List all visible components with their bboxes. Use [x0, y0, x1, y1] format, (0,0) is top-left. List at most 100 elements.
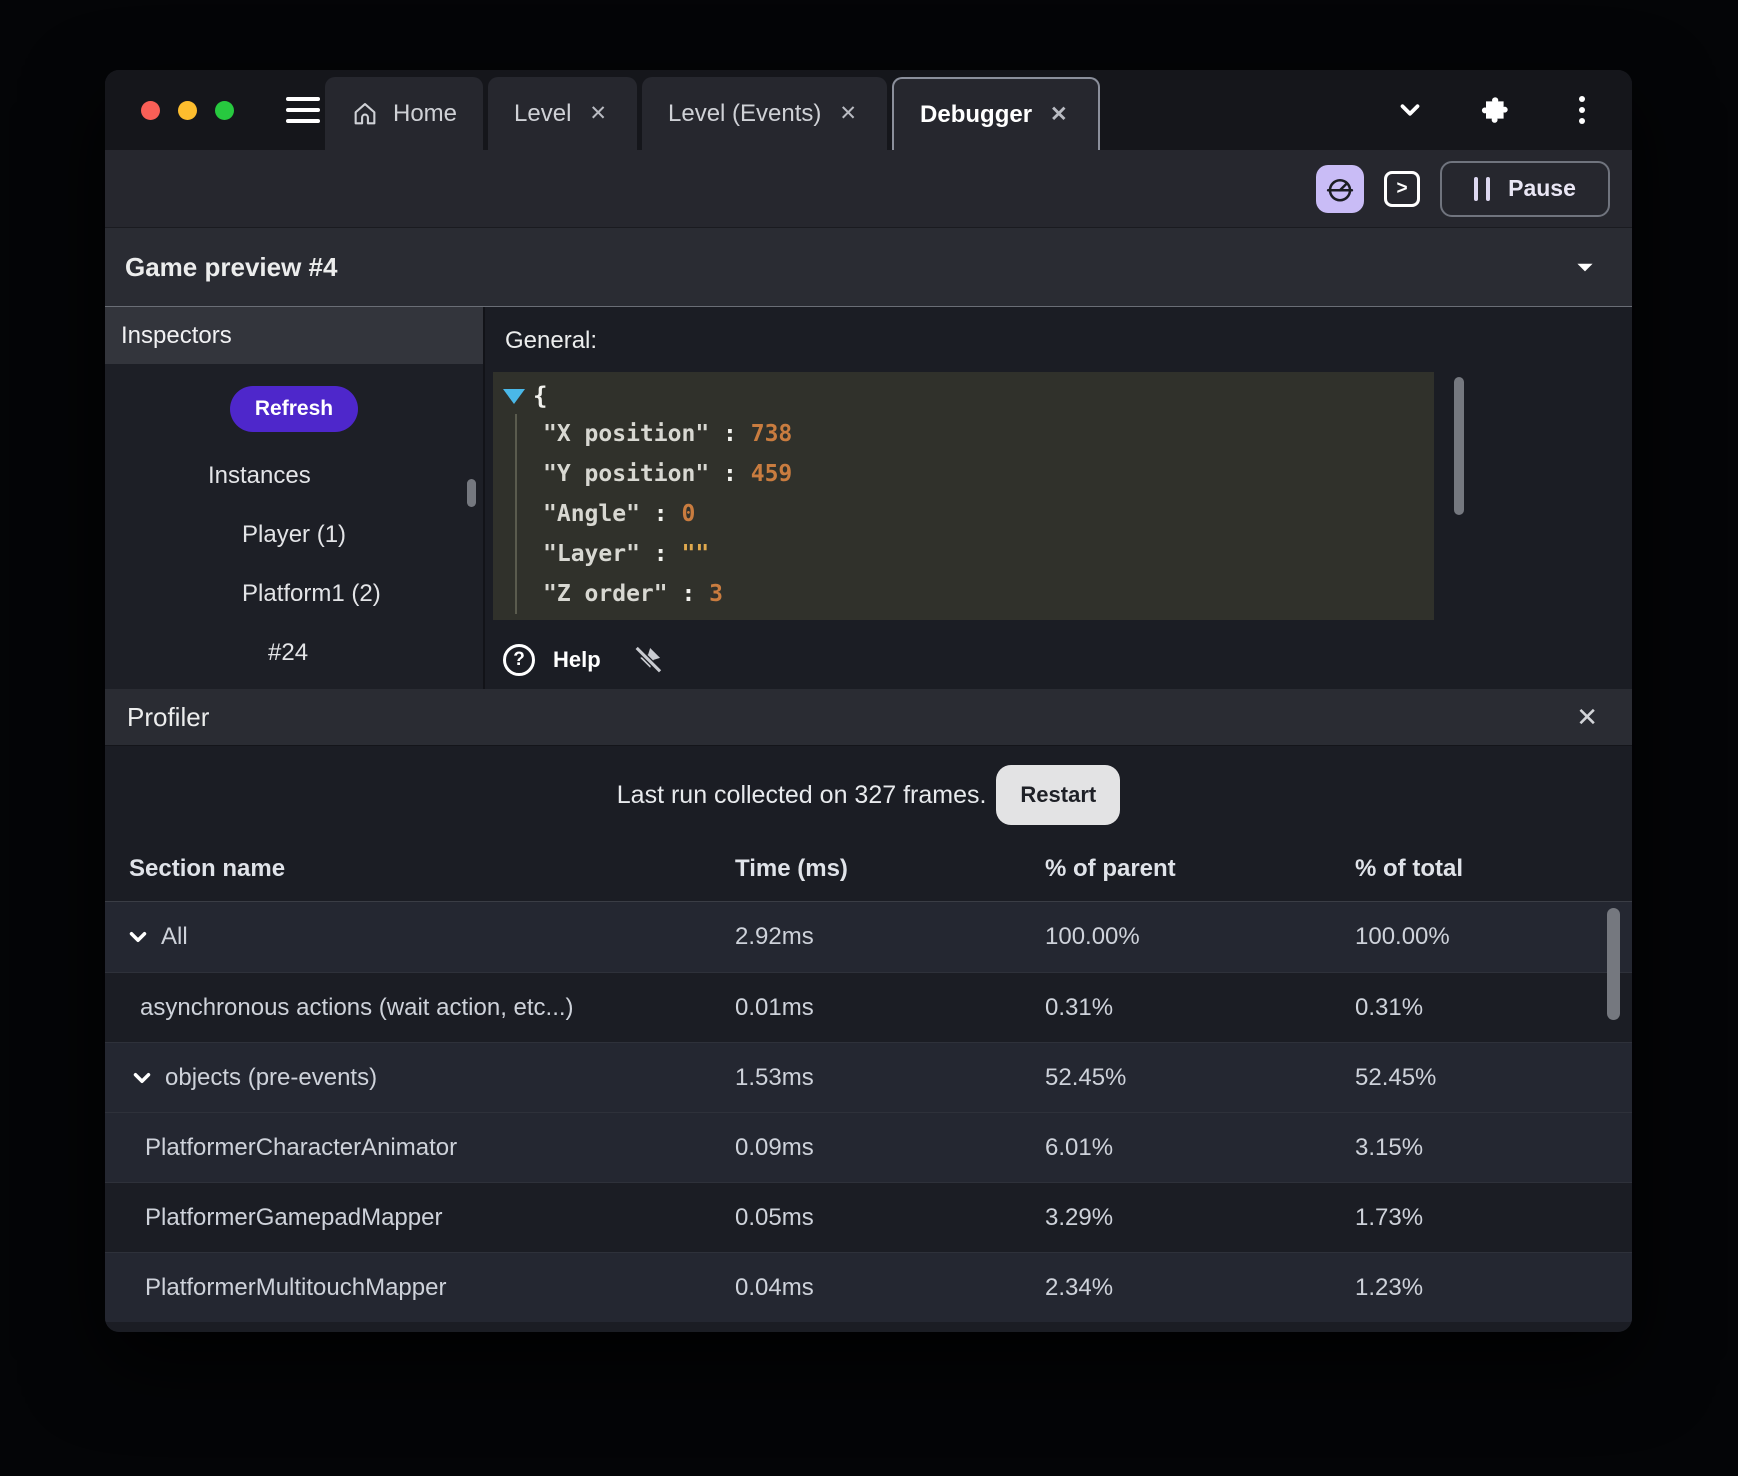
- percent-of-parent-cell: 6.01%: [1045, 1133, 1114, 1161]
- general-panel: General: { "X position" : 738 "Y position…: [485, 307, 1632, 689]
- close-tab-icon[interactable]: ✕: [585, 99, 611, 128]
- tab-label: Level (Events): [668, 99, 822, 127]
- tab-debugger[interactable]: Debugger ✕: [892, 77, 1100, 150]
- inspectors-panel: Inspectors Refresh Instances Player (1) Pl…: [105, 307, 485, 689]
- column-header-time-ms: Time (ms): [735, 854, 848, 882]
- profiler-gauge-button[interactable]: [1316, 164, 1364, 213]
- json-entry-layer: "Layer" : "": [543, 534, 1434, 574]
- profiler-table: Section name Time (ms) % of parent % of tot…: [105, 836, 1632, 1322]
- json-key: "Angle": [543, 501, 640, 527]
- json-entry-x-position: "X position" : 738: [543, 414, 1434, 454]
- time-cell: 0.01ms: [735, 993, 814, 1021]
- pause-icon: [1474, 176, 1491, 201]
- game-preview-title: Game preview #4: [125, 251, 338, 282]
- section-name-cell: PlatformerMultitouchMapper: [105, 1274, 735, 1302]
- table-row-platformercharacteranimator[interactable]: PlatformerCharacterAnimator 0.09ms 6.01% 3.…: [105, 1112, 1632, 1182]
- more-options-icon[interactable]: [1562, 96, 1602, 124]
- percent-of-parent-cell: 2.34%: [1045, 1273, 1114, 1301]
- time-cell: 1.53ms: [735, 1063, 814, 1091]
- percent-of-total-cell: 1.73%: [1355, 1203, 1424, 1231]
- time-cell: 0.09ms: [735, 1133, 814, 1161]
- json-separator: :: [709, 461, 751, 487]
- close-tab-icon[interactable]: ✕: [835, 99, 861, 128]
- main-menu-icon[interactable]: [286, 97, 320, 123]
- profiler-title: Profiler: [127, 701, 210, 732]
- tab-level-events[interactable]: Level (Events) ✕: [642, 77, 888, 150]
- tab-strip: Home Level ✕ Level (Events) ✕ Debugger ✕: [325, 77, 1100, 150]
- table-row-platformermultitouchmapper[interactable]: PlatformerMultitouchMapper 0.04ms 2.34% 1.2…: [105, 1252, 1632, 1322]
- minimize-window-button[interactable]: [178, 100, 197, 120]
- profiler-table-rows: All 2.92ms 100.00% 100.00% asynchronous acti…: [105, 902, 1632, 1322]
- profiler-table-header: Section name Time (ms) % of parent % of tot…: [105, 836, 1632, 902]
- percent-of-parent-cell: 52.45%: [1045, 1063, 1127, 1091]
- percent-of-parent-cell: 3.29%: [1045, 1203, 1114, 1231]
- unpin-icon[interactable]: [631, 643, 665, 677]
- game-preview-header[interactable]: Game preview #4: [105, 227, 1632, 307]
- profiler-scrollbar[interactable]: [1607, 908, 1620, 1020]
- general-scrollbar[interactable]: [1454, 377, 1464, 515]
- table-row-all[interactable]: All 2.92ms 100.00% 100.00%: [105, 902, 1632, 972]
- json-key: "Z order": [543, 581, 668, 607]
- inspector-item-instances[interactable]: Instances: [105, 446, 483, 505]
- tab-label: Debugger: [920, 100, 1033, 128]
- inspector-item-platform1-2[interactable]: Platform1 (2): [105, 564, 483, 623]
- tab-level[interactable]: Level ✕: [488, 77, 638, 150]
- pause-button[interactable]: Pause: [1440, 160, 1610, 217]
- section-name-label: asynchronous actions (wait action, etc..…: [140, 993, 574, 1021]
- json-open-brace: {: [533, 382, 548, 410]
- help-label[interactable]: Help: [553, 647, 601, 673]
- section-name-cell: asynchronous actions (wait action, etc..…: [105, 994, 735, 1022]
- profiler-status-text: Last run collected on 327 frames.: [616, 780, 987, 809]
- json-value: 3: [709, 581, 724, 607]
- general-section-title: General:: [505, 327, 598, 354]
- json-separator: :: [709, 421, 751, 447]
- percent-of-parent-cell: 100.00%: [1045, 923, 1140, 950]
- inspector-item-24[interactable]: #24: [105, 623, 483, 682]
- console-button[interactable]: >: [1384, 170, 1420, 207]
- table-row-asynchronous-actions-wait-action-etc[interactable]: asynchronous actions (wait action, etc..…: [105, 972, 1632, 1042]
- section-name-cell: objects (pre-events): [105, 1064, 735, 1092]
- tab-label: Level: [514, 99, 572, 127]
- restart-button[interactable]: Restart: [996, 765, 1121, 825]
- chevron-down-icon[interactable]: [129, 1065, 155, 1091]
- inspector-item-player-1[interactable]: Player (1): [105, 505, 483, 564]
- json-separator: :: [639, 501, 682, 527]
- table-row-platformergamepadmapper[interactable]: PlatformerGamepadMapper 0.05ms 3.29% 1.73%: [105, 1182, 1632, 1252]
- zoom-window-button[interactable]: [215, 100, 234, 120]
- table-row-objects-pre-events[interactable]: objects (pre-events) 1.53ms 52.45% 52.45%: [105, 1042, 1632, 1112]
- help-row: ? Help: [503, 643, 665, 677]
- app-window: Home Level ✕ Level (Events) ✕ Debugger ✕ > Pau…: [105, 70, 1632, 1332]
- json-separator: :: [667, 581, 710, 607]
- home-icon: [351, 100, 379, 128]
- close-window-button[interactable]: [141, 100, 160, 120]
- collapse-preview-icon[interactable]: [1572, 254, 1598, 280]
- profiler-panel-header: Profiler ✕: [105, 689, 1632, 746]
- json-separator: :: [639, 541, 682, 567]
- refresh-button[interactable]: Refresh: [230, 386, 358, 432]
- inspectors-tree: Instances Player (1) Platform1 (2) #24: [105, 446, 483, 682]
- json-key: "Y position": [543, 461, 710, 487]
- inspectors-list-container: Refresh Instances Player (1) Platform1 (2)…: [105, 364, 483, 689]
- inspectors-scrollbar[interactable]: [467, 479, 476, 507]
- chevron-down-icon[interactable]: [1390, 95, 1430, 125]
- time-cell: 0.04ms: [735, 1273, 814, 1301]
- json-value: 0: [681, 501, 696, 527]
- section-name-label: PlatformerMultitouchMapper: [145, 1273, 447, 1301]
- percent-of-parent-cell: 0.31%: [1045, 993, 1114, 1021]
- percent-of-total-cell: 52.45%: [1355, 1063, 1437, 1091]
- tabbar-right-icons: [1390, 70, 1602, 150]
- chevron-down-icon[interactable]: [125, 924, 151, 950]
- profiler-panel: Profiler ✕ Last run collected on 327 fra…: [105, 689, 1632, 1332]
- extensions-puzzle-icon[interactable]: [1476, 94, 1516, 126]
- collapse-json-icon[interactable]: [503, 388, 525, 404]
- debugger-toolbar: > Pause: [105, 150, 1632, 227]
- percent-of-total-cell: 1.23%: [1355, 1273, 1424, 1301]
- close-tab-icon[interactable]: ✕: [1046, 100, 1072, 129]
- json-entry-angle: "Angle" : 0: [543, 494, 1434, 534]
- tab-home[interactable]: Home: [325, 77, 484, 150]
- help-icon[interactable]: ?: [503, 644, 535, 676]
- json-key: "X position": [543, 421, 710, 447]
- close-profiler-icon[interactable]: ✕: [1576, 702, 1598, 733]
- tab-label: Home: [393, 99, 458, 127]
- column-header-of-parent: % of parent: [1045, 854, 1176, 882]
